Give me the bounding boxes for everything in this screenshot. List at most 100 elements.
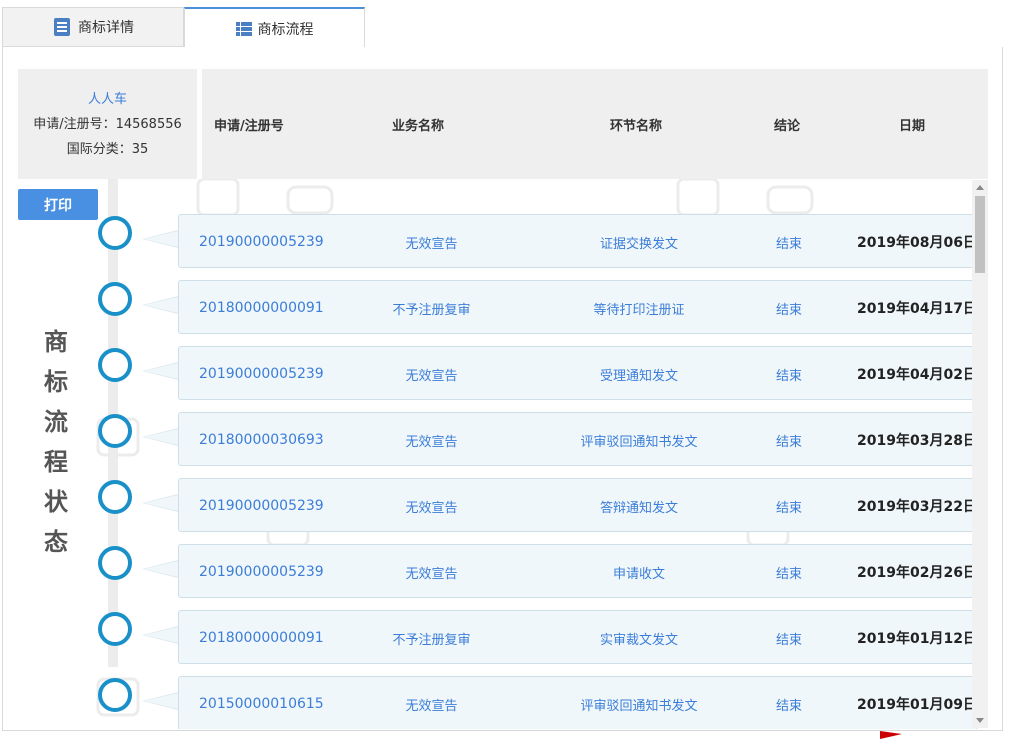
row-date: 2019年04月02日 xyxy=(857,367,977,383)
timeline-node-icon xyxy=(98,348,132,382)
card-pointer-inner xyxy=(144,627,179,643)
document-list-icon xyxy=(52,17,72,37)
table-header: 申请/注册号 业务名称 环节名称 结论 日期 xyxy=(202,69,988,179)
timeline-row: 20190000005239 无效宣告 答辩通知发文 结束 2019年03月22日 xyxy=(18,478,978,534)
header-step-name: 环节名称 xyxy=(610,118,663,134)
row-reg-number[interactable]: 20180000000091 xyxy=(199,281,324,335)
vertical-title-char: 流 xyxy=(44,408,68,436)
card-pointer-inner xyxy=(144,363,179,379)
process-list[interactable]: 20190000005239 无效宣告 证据交换发文 结束 2019年08月06日 201… xyxy=(18,179,988,729)
process-card: 20190000005239 无效宣告 申请收文 结束 2019年02月26日 xyxy=(178,544,978,598)
row-step-name: 评审驳回通知书发文 xyxy=(580,698,698,714)
timeline-row: 20180000000091 不予注册复审 等待打印注册证 结束 2019年04月17日 xyxy=(18,280,978,336)
process-card: 20180000030693 无效宣告 评审驳回通知书发文 结束 2019年03月28日 xyxy=(178,412,978,466)
process-card: 20180000000091 不予注册复审 实审裁文发文 结束 2019年01月12日 xyxy=(178,610,978,664)
timeline-row: 20190000005239 无效宣告 证据交换发文 结束 2019年08月06日 xyxy=(18,214,978,270)
row-result: 结束 xyxy=(775,368,802,384)
row-result: 结束 xyxy=(775,302,802,318)
process-card: 20190000005239 无效宣告 受理通知发文 结束 2019年04月02日 xyxy=(178,346,978,400)
row-step-name: 受理通知发文 xyxy=(599,368,678,384)
trademark-info-box: 人人车 申请/注册号：14568556 国际分类：35 xyxy=(18,69,197,179)
row-step-name: 实审裁文发文 xyxy=(599,632,678,648)
row-date: 2019年04月17日 xyxy=(857,301,977,317)
timeline-row: 20150000010615 无效宣告 评审驳回通知书发文 结束 2019年01月09日 xyxy=(18,676,978,729)
timeline-row: 20190000005239 无效宣告 受理通知发文 结束 2019年04月02日 xyxy=(18,346,978,402)
timeline-row: 20180000030693 无效宣告 评审驳回通知书发文 结束 2019年03月28日 xyxy=(18,412,978,468)
row-date: 2019年01月09日 xyxy=(857,697,977,713)
vertical-title: 商标流程状态 xyxy=(40,322,72,562)
row-date: 2019年08月06日 xyxy=(857,235,977,251)
process-card: 20190000005239 无效宣告 证据交换发文 结束 2019年08月06日 xyxy=(178,214,978,268)
process-card: 20180000000091 不予注册复审 等待打印注册证 结束 2019年04月17日 xyxy=(178,280,978,334)
row-date: 2019年03月22日 xyxy=(857,499,977,515)
scrollbar-thumb[interactable] xyxy=(975,196,985,273)
tab-bar: 商标详情 商标流程 xyxy=(2,7,1003,49)
tab-label: 商标详情 xyxy=(78,20,134,36)
header-business-name: 业务名称 xyxy=(392,118,445,134)
card-pointer-inner xyxy=(144,231,179,247)
row-step-name: 等待打印注册证 xyxy=(593,302,685,318)
process-card: 20150000010615 无效宣告 评审驳回通知书发文 结束 2019年01月09日 xyxy=(178,676,978,729)
timeline-node-icon xyxy=(98,480,132,514)
row-result: 结束 xyxy=(775,500,802,516)
row-business-name: 无效宣告 xyxy=(405,500,458,516)
row-business-name: 不予注册复审 xyxy=(392,632,471,648)
timeline-node-icon xyxy=(98,678,132,712)
card-pointer-inner xyxy=(144,693,179,709)
header-result: 结论 xyxy=(774,118,801,134)
header-date: 日期 xyxy=(899,118,926,134)
tab-trademark-details[interactable]: 商标详情 xyxy=(2,7,184,47)
international-class: 国际分类：35 xyxy=(66,141,149,157)
row-result: 结束 xyxy=(775,434,802,450)
row-step-name: 证据交换发文 xyxy=(599,236,678,252)
card-pointer-inner xyxy=(144,495,179,511)
scroll-up-arrow-icon[interactable] xyxy=(976,185,984,190)
row-step-name: 评审驳回通知书发文 xyxy=(580,434,698,450)
process-card: 20190000005239 无效宣告 答辩通知发文 结束 2019年03月22日 xyxy=(178,478,978,532)
row-business-name: 无效宣告 xyxy=(405,566,458,582)
card-pointer-inner xyxy=(144,429,179,445)
timeline-row: 20190000005239 无效宣告 申请收文 结束 2019年02月26日 xyxy=(18,544,978,600)
registration-number: 申请/注册号：14568556 xyxy=(33,116,182,132)
row-step-name: 答辩通知发文 xyxy=(599,500,678,516)
row-business-name: 无效宣告 xyxy=(405,368,458,384)
row-reg-number[interactable]: 20190000005239 xyxy=(199,347,324,401)
row-reg-number[interactable]: 20190000005239 xyxy=(199,215,324,269)
row-result: 结束 xyxy=(775,698,802,714)
row-reg-number[interactable]: 20150000010615 xyxy=(199,677,324,729)
row-business-name: 无效宣告 xyxy=(405,434,458,450)
timeline-row: 20180000000091 不予注册复审 实审裁文发文 结束 2019年01月12日 xyxy=(18,610,978,666)
row-result: 结束 xyxy=(775,632,802,648)
timeline-node-icon xyxy=(98,546,132,580)
row-business-name: 不予注册复审 xyxy=(392,302,471,318)
row-step-name: 申请收文 xyxy=(612,566,665,582)
timeline-node-icon xyxy=(98,414,132,448)
vertical-title-char: 态 xyxy=(44,528,68,556)
trademark-name[interactable]: 人人车 xyxy=(88,87,127,112)
vertical-title-char: 标 xyxy=(44,368,68,396)
card-pointer-inner xyxy=(144,561,179,577)
row-date: 2019年03月28日 xyxy=(857,433,977,449)
row-result: 结束 xyxy=(775,566,802,582)
tab-label: 商标流程 xyxy=(257,22,314,38)
row-reg-number[interactable]: 20190000005239 xyxy=(199,545,324,599)
row-reg-number[interactable]: 20180000000091 xyxy=(199,611,324,665)
vertical-title-char: 商 xyxy=(44,328,68,356)
scroll-down-arrow-icon[interactable] xyxy=(976,718,984,723)
row-business-name: 无效宣告 xyxy=(405,236,458,252)
vertical-title-char: 程 xyxy=(44,448,68,476)
timeline-node-icon xyxy=(98,216,132,250)
print-button[interactable]: 打印 xyxy=(18,189,98,220)
list-icon xyxy=(235,21,252,37)
header-reg-number: 申请/注册号 xyxy=(214,118,284,134)
row-date: 2019年01月12日 xyxy=(857,631,977,647)
card-pointer-inner xyxy=(144,297,179,313)
vertical-title-char: 状 xyxy=(44,488,68,516)
row-reg-number[interactable]: 20190000005239 xyxy=(199,479,324,533)
row-business-name: 无效宣告 xyxy=(405,698,458,714)
row-result: 结束 xyxy=(775,236,802,252)
scrollbar[interactable] xyxy=(972,180,988,728)
tab-trademark-process[interactable]: 商标流程 xyxy=(184,7,365,49)
row-reg-number[interactable]: 20180000030693 xyxy=(199,413,324,467)
row-date: 2019年02月26日 xyxy=(857,565,977,581)
